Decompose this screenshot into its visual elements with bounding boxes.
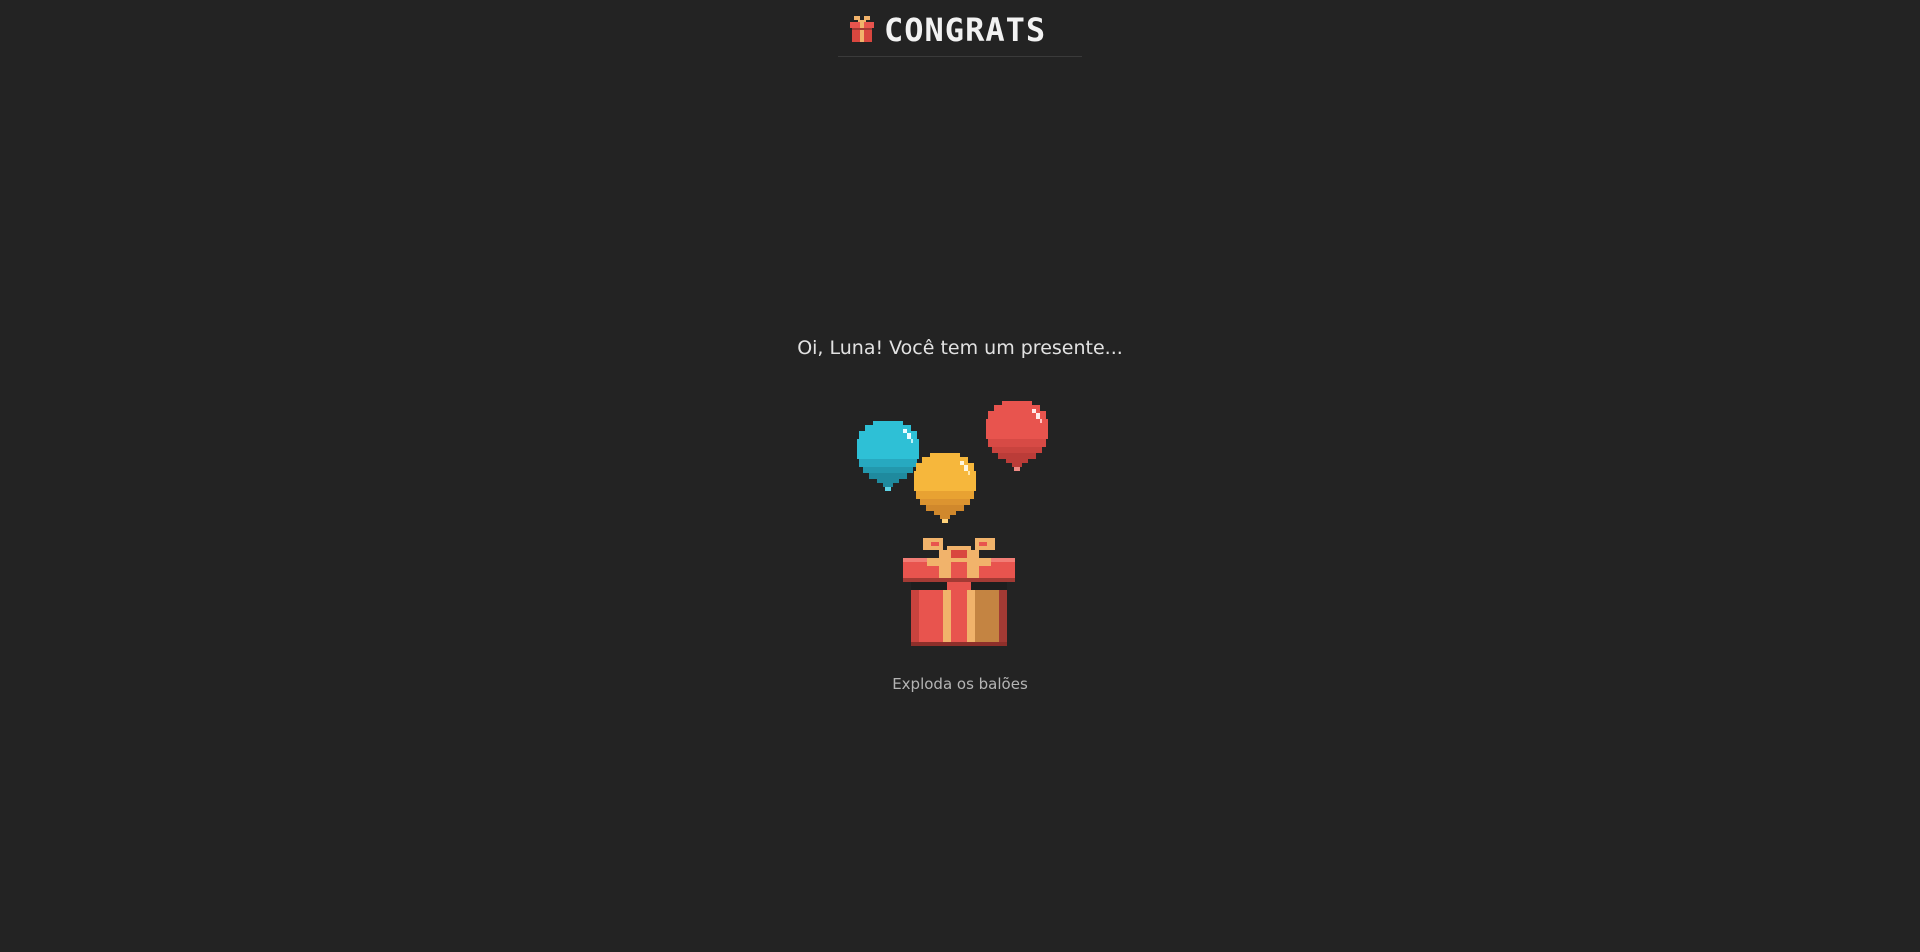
gift-icon bbox=[850, 16, 874, 42]
balloon-yellow[interactable] bbox=[912, 453, 978, 533]
greeting-text: Oi, Luna! Você tem um presente... bbox=[797, 337, 1123, 359]
brand: CONGRATS bbox=[848, 12, 1046, 48]
balloon-red[interactable] bbox=[984, 401, 1050, 481]
header: CONGRATS bbox=[0, 0, 1920, 58]
gift-box[interactable] bbox=[903, 538, 1015, 650]
app-title: CONGRATS bbox=[884, 11, 1047, 49]
hint-text: Exploda os balões bbox=[892, 675, 1028, 693]
header-divider bbox=[838, 56, 1082, 57]
